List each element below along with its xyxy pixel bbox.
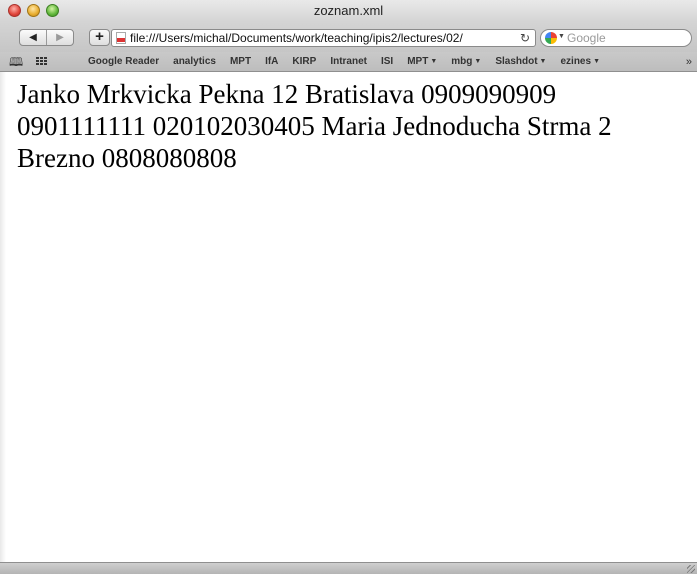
document-text: Janko Mrkvicka Pekna 12 Bratislava 09090… (17, 79, 612, 173)
reload-icon[interactable]: ↻ (520, 30, 530, 46)
status-bar (0, 562, 697, 574)
address-input[interactable]: file:///Users/michal/Documents/work/teac… (130, 31, 500, 46)
title-bar[interactable]: zoznam.xml (0, 0, 697, 22)
content-edge-shadow (0, 72, 6, 574)
add-bookmark-button[interactable]: + (89, 29, 110, 46)
chevron-down-icon: ▼ (593, 58, 600, 65)
bookmark-folder-mbg[interactable]: mbg ▼ (451, 55, 481, 70)
bookmark-intranet[interactable]: Intranet (330, 55, 367, 70)
bookmark-items: Google Reader analytics MPT IfA KIRP Int… (88, 55, 600, 70)
forward-button[interactable]: ▶ (47, 30, 73, 45)
bookmark-analytics[interactable]: analytics (173, 55, 216, 70)
bookmark-ifa[interactable]: IfA (265, 55, 278, 70)
browser-window: zoznam.xml ◀ ▶ + file:///Users/michal/Do… (0, 0, 697, 574)
chevron-down-icon: ▼ (539, 58, 547, 65)
bookmarks-bar: 🕮 Google Reader analytics MPT IfA KIRP I… (0, 52, 697, 72)
toolbar: ◀ ▶ + file:///Users/michal/Documents/wor… (0, 22, 697, 52)
grid-icon[interactable] (36, 57, 48, 66)
bookmark-folder-ezines[interactable]: ezines ▼ (560, 55, 600, 70)
bookmark-isi[interactable]: ISI (381, 55, 393, 70)
google-logo-icon[interactable] (545, 32, 557, 44)
more-bookmarks-icon[interactable]: » (686, 55, 692, 69)
chevron-down-icon: ▼ (474, 58, 482, 65)
navigation-buttons: ◀ ▶ (19, 29, 74, 46)
bookmark-kirp[interactable]: KIRP (292, 55, 316, 70)
address-bar[interactable]: file:///Users/michal/Documents/work/teac… (111, 29, 536, 47)
file-icon (116, 32, 126, 44)
chevron-down-icon[interactable]: ▼ (558, 33, 565, 40)
search-field[interactable]: ▼ Google (540, 29, 692, 47)
bookmark-mpt[interactable]: MPT (230, 55, 251, 70)
bookmark-google-reader[interactable]: Google Reader (88, 55, 159, 70)
resize-handle-icon[interactable] (687, 565, 695, 573)
book-icon[interactable]: 🕮 (9, 55, 23, 69)
back-button[interactable]: ◀ (20, 30, 47, 45)
window-title: zoznam.xml (313, 3, 384, 18)
page-content: Janko Mrkvicka Pekna 12 Bratislava 09090… (0, 72, 697, 562)
bookmark-folder-mpt[interactable]: MPT ▼ (407, 55, 437, 70)
chevron-down-icon: ▼ (430, 58, 438, 65)
search-input[interactable]: Google (567, 31, 606, 46)
bookmark-folder-slashdot[interactable]: Slashdot ▼ (495, 55, 546, 70)
